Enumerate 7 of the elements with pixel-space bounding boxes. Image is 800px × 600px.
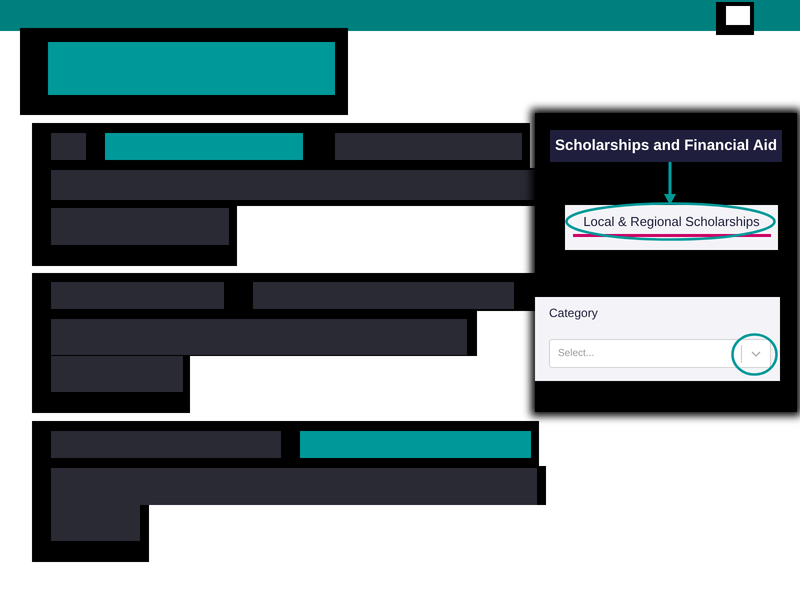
annotation-circle xyxy=(731,333,778,376)
field-label: Category xyxy=(549,305,598,321)
chevron-down-icon xyxy=(751,350,761,356)
annotation-arrow xyxy=(664,162,676,205)
callout-label: Scholarships and Financial Aid xyxy=(550,130,782,162)
redaction-bar xyxy=(51,133,86,160)
square-icon[interactable] xyxy=(716,2,754,35)
